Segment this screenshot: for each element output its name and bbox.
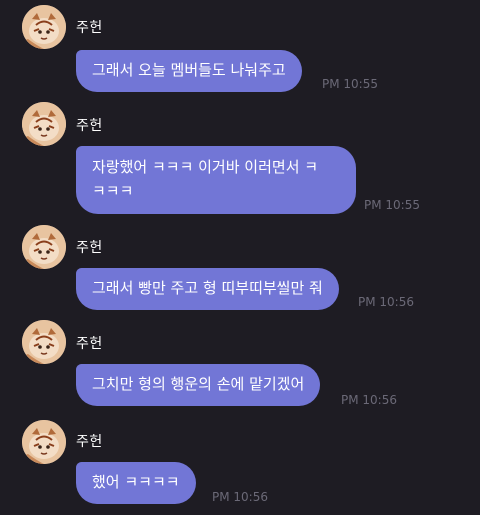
- sender-name: 주헌: [76, 118, 103, 134]
- message-bubble[interactable]: 자랑했어 ㅋㅋㅋ 이거바 이러면서 ㅋ ㅋㅋㅋ: [76, 146, 356, 214]
- message-bubble[interactable]: 그래서 빵만 주고 형 띠부띠부씰만 줘: [76, 268, 339, 310]
- message-timestamp: PM 10:56: [358, 295, 414, 309]
- message-timestamp: PM 10:55: [364, 198, 420, 212]
- tiger-avatar-icon[interactable]: [22, 102, 66, 146]
- message-bubble[interactable]: 그치만 형의 행운의 손에 맡기겠어: [76, 364, 321, 406]
- message-line: ㅋㅋㅋ: [92, 182, 134, 200]
- tiger-avatar-icon[interactable]: [22, 320, 66, 364]
- message-bubble[interactable]: 그래서 오늘 멤버들도 나눠주고: [76, 50, 302, 92]
- message-timestamp: PM 10:56: [212, 490, 268, 504]
- message-bubble[interactable]: 했어 ㅋㅋㅋㅋ: [76, 462, 196, 504]
- tiger-avatar-icon[interactable]: [22, 225, 66, 269]
- message-timestamp: PM 10:56: [341, 393, 397, 407]
- tiger-avatar-icon[interactable]: [22, 5, 66, 49]
- sender-name: 주헌: [76, 336, 103, 352]
- sender-name: 주헌: [76, 434, 103, 450]
- message-timestamp: PM 10:55: [322, 77, 378, 91]
- tiger-avatar-icon[interactable]: [22, 420, 66, 464]
- message-line: 자랑했어 ㅋㅋㅋ 이거바 이러면서 ㅋ: [92, 158, 319, 176]
- sender-name: 주헌: [76, 240, 103, 256]
- sender-name: 주헌: [76, 20, 103, 36]
